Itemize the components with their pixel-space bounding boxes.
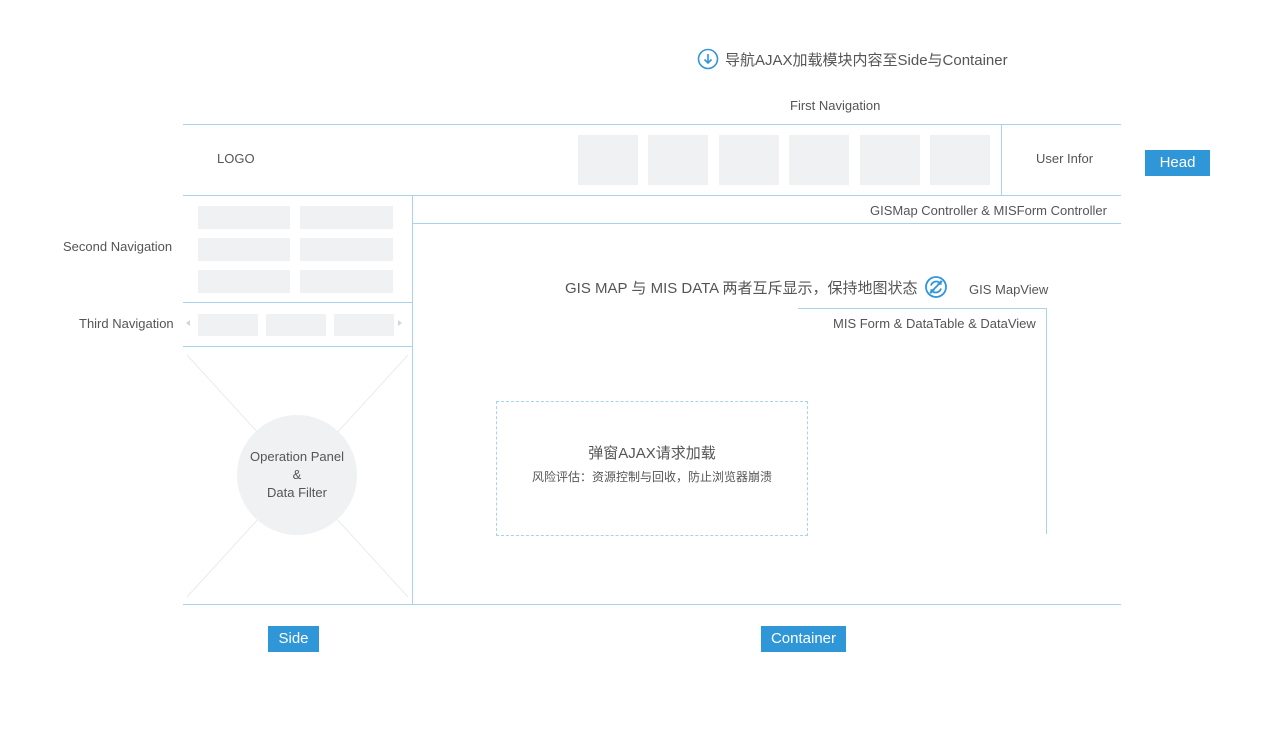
ajax-load-note: 导航AJAX加载模块内容至Side与Container <box>697 47 1008 71</box>
second-nav-item-1[interactable] <box>198 206 290 229</box>
operation-panel-label: Operation Panel <box>250 449 344 464</box>
data-filter-label: Data Filter <box>267 485 327 500</box>
mis-form-label: MIS Form & DataTable & DataView <box>833 316 1036 331</box>
first-nav-item-5[interactable] <box>860 135 920 185</box>
user-info-divider <box>1001 124 1002 195</box>
popup-title: 弹窗AJAX请求加载 <box>588 445 716 462</box>
first-nav-item-4[interactable] <box>789 135 849 185</box>
third-nav-item-3[interactable] <box>334 314 394 336</box>
second-nav-item-3[interactable] <box>198 238 290 261</box>
first-nav-item-6[interactable] <box>930 135 990 185</box>
side-tag: Side <box>268 626 319 652</box>
logo: LOGO <box>217 151 255 166</box>
user-info[interactable]: User Infor <box>1036 151 1093 166</box>
gis-mis-note: GIS MAP 与 MIS DATA 两者互斥显示，保持地图状态 <box>565 274 948 300</box>
container-tag: Container <box>761 626 846 652</box>
third-navigation-label: Third Navigation <box>79 316 174 331</box>
popup-subtitle: 风险评估：资源控制与回收，防止浏览器崩溃 <box>531 470 772 484</box>
second-nav-item-5[interactable] <box>198 270 290 293</box>
second-nav-item-4[interactable] <box>300 238 393 261</box>
second-nav-item-6[interactable] <box>300 270 393 293</box>
sync-icon <box>924 275 948 299</box>
second-navigation-label: Second Navigation <box>63 239 173 254</box>
first-nav-item-1[interactable] <box>578 135 638 185</box>
third-nav-item-1[interactable] <box>198 314 258 336</box>
scroll-right-icon[interactable] <box>398 320 402 326</box>
head-tag: Head <box>1145 150 1210 176</box>
second-nav-item-2[interactable] <box>300 206 393 229</box>
first-nav-item-3[interactable] <box>719 135 779 185</box>
third-nav-item-2[interactable] <box>266 314 326 336</box>
second-nav-bottom-border <box>183 302 412 303</box>
head-top-border <box>183 124 1121 125</box>
gis-mis-note-text: GIS MAP 与 MIS DATA 两者互斥显示，保持地图状态 <box>565 279 918 297</box>
head-bottom-border <box>183 195 1121 196</box>
controller-label: GISMap Controller & MISForm Controller <box>870 203 1107 218</box>
gis-mapview-label: GIS MapView <box>969 282 1049 297</box>
scroll-left-icon[interactable] <box>186 320 190 326</box>
operation-panel-circle[interactable]: Operation Panel & Data Filter <box>237 415 357 535</box>
mis-form-top-border <box>798 308 1046 309</box>
layout-bottom-border <box>183 604 1121 605</box>
operation-panel-ampersand: & <box>292 467 302 482</box>
download-circle-icon <box>697 48 719 70</box>
side-container-divider <box>412 195 413 604</box>
mis-form-right-border <box>1046 308 1047 534</box>
ajax-load-note-text: 导航AJAX加载模块内容至Side与Container <box>725 51 1008 69</box>
ajax-popup[interactable]: 弹窗AJAX请求加载 风险评估：资源控制与回收，防止浏览器崩溃 <box>496 401 808 536</box>
first-nav-item-2[interactable] <box>648 135 708 185</box>
controller-bottom-border <box>412 223 1121 224</box>
first-navigation-label: First Navigation <box>790 98 881 113</box>
